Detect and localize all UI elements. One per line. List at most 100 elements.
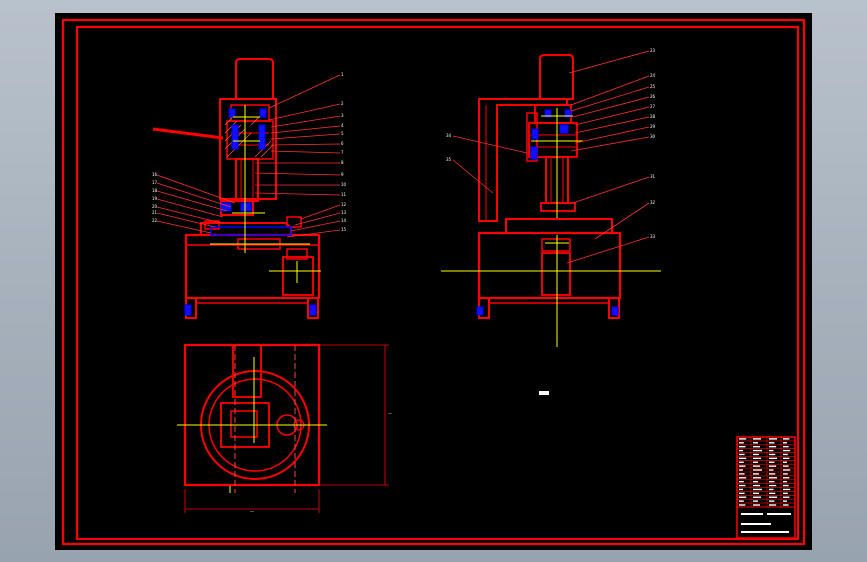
title-block-cell-text — [739, 484, 746, 487]
chuck — [540, 202, 576, 212]
title-block-cell-text — [769, 473, 776, 475]
title-block-cell-text — [769, 496, 778, 498]
quill — [235, 158, 259, 202]
title-block-cell-text — [739, 465, 746, 467]
title-block-cell-text — [753, 488, 762, 491]
dim-height-text: — — [388, 411, 392, 416]
svg-text:30: 30 — [650, 134, 656, 139]
svg-text:14: 14 — [341, 218, 347, 223]
svg-text:25: 25 — [650, 84, 656, 89]
title-block-cell-text — [769, 457, 778, 460]
title-block-cell-text — [769, 438, 778, 440]
side-centerlines — [441, 108, 661, 347]
outer-frame — [61, 18, 806, 546]
drawing-canvas[interactable]: 123 456 789 101112 131415 161718 192021 … — [55, 13, 812, 550]
svg-text:33: 33 — [650, 234, 656, 239]
title-block-cell-text — [753, 477, 761, 479]
title-block-cell-text — [739, 445, 746, 448]
svg-text:13: 13 — [341, 210, 347, 215]
svg-text:10: 10 — [341, 182, 347, 187]
title-block-cell-text — [739, 488, 743, 491]
svg-text:8: 8 — [341, 160, 344, 165]
top-centerlines — [177, 357, 327, 493]
title-block-cell-text — [783, 465, 789, 467]
title-block-cell-text — [739, 461, 744, 463]
svg-text:24: 24 — [650, 73, 656, 78]
title-block-cell-text — [753, 480, 758, 483]
title-block-cell-text — [783, 484, 789, 487]
title-block-cell-text — [753, 445, 760, 448]
title-block-cell-text — [769, 480, 775, 483]
title-block-lower — [736, 506, 796, 539]
title-block-cell-text — [753, 484, 760, 487]
title-block-cell-text — [769, 484, 777, 487]
reducer-motor — [541, 252, 571, 296]
svg-text:2: 2 — [341, 101, 344, 106]
drawing-sheet[interactable]: 123 456 789 10 11 12 13 14 15 16 17 18 19 20 21 … — [55, 13, 812, 550]
svg-text:32: 32 — [650, 200, 656, 205]
title-block-cell-text — [753, 469, 762, 471]
title-block-cell-text — [769, 449, 774, 452]
svg-text:19: 19 — [152, 196, 158, 201]
title-block-cell-text — [769, 445, 777, 448]
title-block-cell-text — [753, 457, 761, 460]
svg-text:27: 27 — [650, 104, 656, 109]
title-block-cell-text — [783, 453, 788, 456]
title-block-cell-text — [753, 500, 758, 502]
title-block-cell-text — [739, 496, 747, 498]
title-block-cell-text — [783, 496, 790, 498]
title-block-cell-text — [739, 504, 746, 506]
svg-text:9: 9 — [341, 172, 344, 177]
title-block-cell-text — [769, 488, 774, 491]
title-block-cell-text — [769, 504, 777, 506]
title-block[interactable] — [736, 436, 796, 539]
technical-note — [539, 391, 549, 395]
title-block-text — [741, 523, 771, 525]
title-block-cell-text — [769, 453, 776, 456]
svg-text:12: 12 — [341, 202, 347, 207]
svg-text:11: 11 — [341, 192, 347, 197]
cad-viewport[interactable]: 123 456 789 10 11 12 13 14 15 16 17 18 19 20 21 … — [0, 0, 867, 562]
title-block-cell-text — [783, 438, 790, 440]
svg-text:3: 3 — [341, 113, 344, 118]
title-block-cell-text — [753, 496, 761, 498]
title-block-cell-text — [739, 480, 744, 483]
title-block-cell-text — [739, 442, 744, 444]
front-view[interactable] — [184, 58, 321, 319]
svg-text:29: 29 — [650, 124, 656, 129]
title-block-text — [741, 531, 789, 533]
svg-text:15: 15 — [341, 227, 347, 232]
title-block-cell-text — [739, 500, 744, 502]
title-block-cell-text — [753, 438, 761, 440]
svg-text:23: 23 — [650, 48, 656, 53]
dimensions — [184, 344, 389, 513]
title-block-cell-text — [753, 504, 760, 506]
title-block-cell-text — [753, 473, 759, 475]
dim-width-text: — — [250, 509, 254, 514]
title-block-cell-text — [783, 449, 791, 452]
title-block-cell-text — [783, 488, 791, 491]
title-block-cell-text — [753, 449, 762, 452]
title-block-cell-text — [783, 457, 790, 460]
title-block-cell-text — [739, 449, 743, 452]
top-view[interactable] — [183, 343, 321, 487]
title-block-cell-text — [739, 473, 745, 475]
title-block-cell-text — [783, 500, 787, 502]
spindle-housing — [219, 98, 277, 200]
title-block-cell-text — [783, 480, 787, 483]
svg-text:31: 31 — [650, 174, 656, 179]
svg-text:1: 1 — [341, 72, 344, 77]
title-block-cell-text — [769, 442, 775, 444]
motor-body — [539, 54, 574, 100]
title-block-cell-text — [783, 477, 790, 479]
title-block-cell-text — [739, 477, 747, 479]
title-block-cell-text — [769, 492, 776, 495]
title-block-cell-text — [769, 461, 775, 463]
title-block-cell-text — [783, 442, 787, 444]
title-block-cell-text — [739, 453, 745, 456]
title-block-cell-text — [783, 492, 788, 495]
title-block-cell-text — [783, 445, 789, 448]
svg-text:7: 7 — [341, 150, 344, 155]
reducer-motor — [282, 256, 314, 296]
svg-text:5: 5 — [341, 131, 344, 136]
